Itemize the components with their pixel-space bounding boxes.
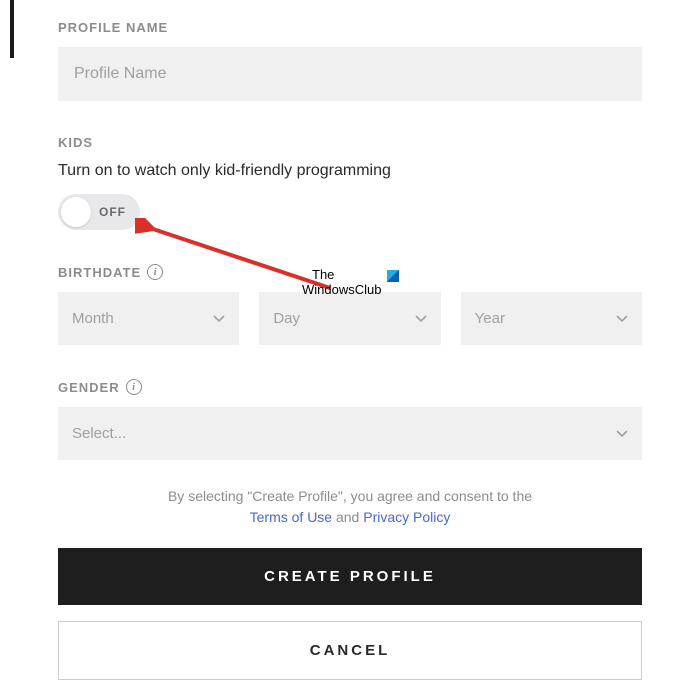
kids-toggle[interactable]: OFF — [58, 194, 140, 230]
privacy-link[interactable]: Privacy Policy — [363, 509, 450, 525]
birthdate-year-select[interactable]: Year — [461, 292, 642, 345]
birthdate-row: Month Day Year — [58, 292, 642, 345]
terms-link[interactable]: Terms of Use — [250, 509, 332, 525]
birthdate-label: BIRTHDATE — [58, 265, 141, 280]
gender-select[interactable]: Select... — [58, 407, 642, 460]
gender-label: GENDER — [58, 380, 120, 395]
create-profile-button[interactable]: CREATE PROFILE — [58, 548, 642, 605]
birthdate-day-select[interactable]: Day — [259, 292, 440, 345]
chevron-down-icon — [415, 313, 427, 325]
cancel-button[interactable]: CANCEL — [58, 621, 642, 680]
toggle-knob — [61, 197, 91, 227]
profile-name-input[interactable] — [58, 47, 642, 101]
birthdate-month-select[interactable]: Month — [58, 292, 239, 345]
chevron-down-icon — [616, 428, 628, 440]
kids-label: KIDS — [58, 135, 642, 150]
window-edge — [10, 0, 14, 58]
profile-name-label: PROFILE NAME — [58, 20, 642, 35]
toggle-state-label: OFF — [99, 205, 126, 219]
select-placeholder: Year — [475, 310, 505, 327]
kids-description: Turn on to watch only kid-friendly progr… — [58, 162, 642, 180]
chevron-down-icon — [616, 313, 628, 325]
select-placeholder: Select... — [72, 425, 126, 442]
info-icon[interactable]: i — [147, 264, 163, 280]
info-icon[interactable]: i — [126, 379, 142, 395]
create-profile-form: PROFILE NAME KIDS Turn on to watch only … — [0, 0, 700, 680]
select-placeholder: Day — [273, 310, 300, 327]
consent-text: By selecting "Create Profile", you agree… — [58, 486, 642, 528]
select-placeholder: Month — [72, 310, 114, 327]
chevron-down-icon — [213, 313, 225, 325]
